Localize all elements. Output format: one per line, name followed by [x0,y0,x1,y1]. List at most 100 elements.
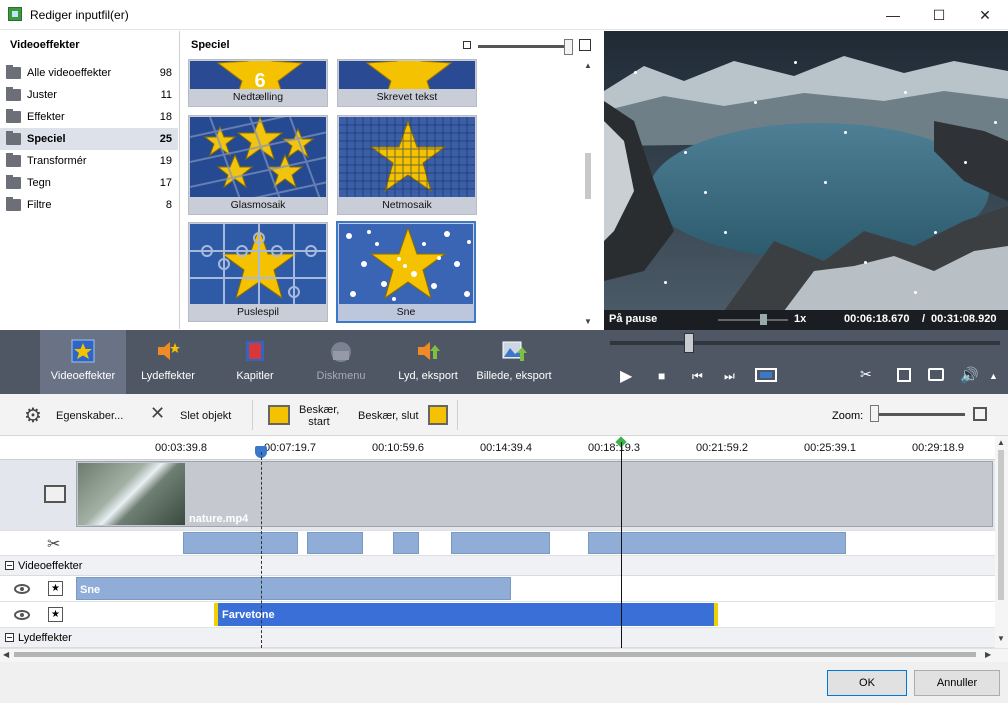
seek-bar[interactable] [610,341,1000,345]
category-item-effekter[interactable]: Effekter 18 [0,106,178,128]
preview-frame [604,31,1008,311]
tool-video-effects[interactable]: Videoeffekter [40,330,126,394]
scroll-up-icon[interactable]: ▲ [584,61,592,70]
collapse-icon[interactable] [5,561,14,570]
maximize-button[interactable]: ☐ [916,0,962,30]
thumbnail-size-slider[interactable] [478,45,566,48]
visibility-eye-icon[interactable] [14,584,30,594]
category-item-filtre[interactable]: Filtre 8 [0,194,178,216]
effect-star-icon[interactable]: ★ [48,581,63,596]
toolbar-divider [457,400,458,430]
folder-icon [6,153,21,167]
effect-tile-nedtaelling[interactable]: 6 Nedtælling [188,59,328,107]
fit-screen-icon[interactable] [897,368,911,382]
section-label: Lydeffekter [18,632,72,644]
category-label: Tegn [27,177,51,189]
scroll-down-icon[interactable]: ▼ [997,634,1005,643]
timeline-ruler[interactable]: 00:03:39.8 00:07:19.7 00:10:59.6 00:14:3… [0,436,995,460]
visibility-eye-icon[interactable] [14,610,30,620]
seek-bar-handle[interactable] [684,333,694,353]
tool-chapters[interactable]: Kapitler [216,330,294,394]
tool-audio-effects[interactable]: Lydeffekter [128,330,208,394]
time-separator: / [922,313,926,325]
effect-tile-netmosaik[interactable]: Netmosaik [337,115,477,215]
fit-timeline-icon[interactable] [973,407,987,421]
category-item-transformer[interactable]: Transformér 19 [0,150,178,172]
trim-end-button[interactable]: Beskær, slut [356,394,451,436]
tool-image-export[interactable]: Billede, eksport [472,330,556,394]
scroll-down-icon[interactable]: ▼ [584,317,592,326]
trim-start-button[interactable]: Beskær, start [266,394,346,436]
scissors-icon: ✂ [47,536,61,553]
category-label: Effekter [27,111,65,123]
snapshot-camera-icon[interactable] [928,368,944,381]
speed-slider-handle[interactable] [760,314,767,325]
small-thumbnails-icon[interactable] [463,41,471,49]
thumbnail-size-slider-handle[interactable] [564,39,573,55]
effect-tile-puslespil[interactable]: Puslespil [188,222,328,322]
timeline-vscroll-thumb[interactable] [998,450,1004,600]
scroll-left-icon[interactable]: ◀ [3,650,9,659]
large-thumbnails-icon[interactable] [579,39,591,51]
ok-button[interactable]: OK [827,670,907,696]
current-time: 00:06:18.670 [844,313,910,325]
minimize-button[interactable]: — [870,0,916,30]
category-item-alle[interactable]: Alle videoeffekter 98 [0,62,178,84]
cut-segment[interactable] [393,532,419,554]
cut-audio-icon[interactable]: ✂ [860,366,872,383]
category-item-juster[interactable]: Juster 11 [0,84,178,106]
clip-name: nature.mp4 [189,513,249,525]
close-button[interactable]: ✕ [962,0,1008,30]
clip-thumbnail [78,463,185,525]
video-effects-section[interactable]: Videoeffekter [0,556,995,576]
snowflake [664,281,667,284]
cut-segment[interactable] [183,532,298,554]
ruler-tick: 00:29:18.9 [912,442,964,454]
zoom-slider[interactable] [875,413,965,416]
category-item-tegn[interactable]: Tegn 17 [0,172,178,194]
timeline-hscroll-thumb[interactable] [14,652,976,657]
volume-icon[interactable]: 🔊 [960,366,979,384]
volume-expand-icon[interactable]: ▲ [989,371,998,381]
trim-end-icon [428,405,448,425]
snowflake [844,131,847,134]
cut-segment[interactable] [451,532,550,554]
effect-tile-glasmosaik[interactable]: Glasmosaik [188,115,328,215]
properties-button[interactable]: ⚙ Egenskaber... [24,394,134,436]
effect-tile-sne[interactable]: Sne [336,221,476,323]
snowflake [934,231,937,234]
snowflake [684,151,687,154]
tool-audio-export[interactable]: Lyd, eksport [388,330,468,394]
category-label: Alle videoeffekter [27,67,112,79]
gallery-scroll-thumb[interactable] [585,153,591,199]
effect-star-icon[interactable]: ★ [48,607,63,622]
speed-slider[interactable] [718,319,788,321]
audio-effects-section[interactable]: Lydeffekter [0,628,995,648]
play-icon[interactable]: ▶ [620,366,632,386]
gallery-scrollbar[interactable]: ▲ ▼ [581,61,595,329]
stop-icon[interactable]: ■ [658,369,665,383]
collapse-icon[interactable] [5,633,14,642]
glass-mosaic-icon [190,117,326,197]
effect-tile-skrevet-tekst[interactable]: Skrevet tekst [337,59,477,107]
effect-bar-sne[interactable]: Sne [76,577,511,600]
cut-segment[interactable] [588,532,846,554]
tool-label: Billede, eksport [476,370,552,382]
cut-segment[interactable] [307,532,363,554]
countdown-number: 6 [254,70,265,89]
timeline-vertical-scrollbar[interactable]: ▲ ▼ [995,436,1008,648]
category-item-speciel[interactable]: Speciel 25 [0,128,178,150]
ruler-tick: 00:18:19.3 [588,442,640,454]
fullscreen-clip-icon[interactable] [755,368,777,382]
cancel-button[interactable]: Annuller [914,670,1000,696]
scroll-right-icon[interactable]: ▶ [985,650,991,659]
delete-object-button[interactable]: ✕ Slet objekt [150,394,240,436]
zoom-slider-handle[interactable] [870,405,879,422]
previous-frame-icon[interactable]: ⏮ [692,369,703,384]
edit-toolbar: ⚙ Egenskaber... ✕ Slet objekt Beskær, st… [0,394,1008,436]
category-count: 18 [159,111,172,123]
effect-bar-farvetone[interactable]: Farvetone [214,603,718,626]
scroll-up-icon[interactable]: ▲ [997,438,1005,447]
playhead-line[interactable] [621,442,622,648]
next-frame-icon[interactable]: ⏭ [724,369,735,384]
